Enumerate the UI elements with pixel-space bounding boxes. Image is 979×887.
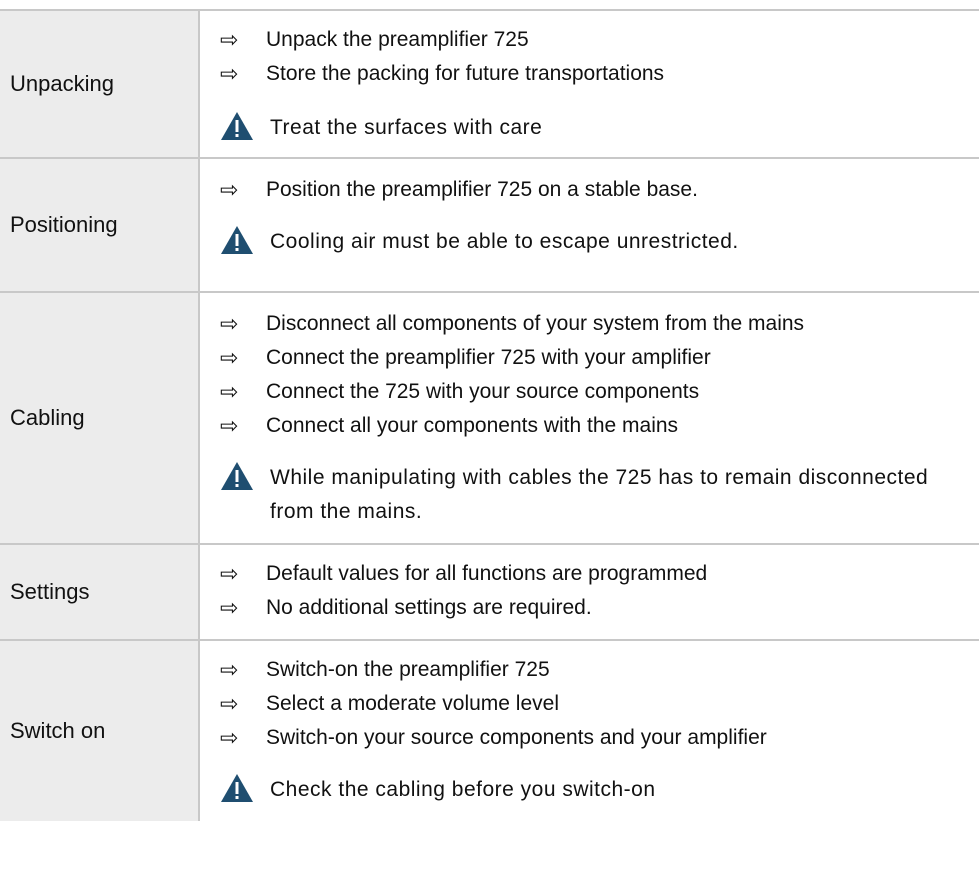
list-item: ⇨ Connect all your components with the ma… (220, 413, 679, 438)
row-content: ⇨ Switch-on the preamplifier 725 ⇨ Select … (200, 641, 979, 821)
warning-triangle-icon (221, 112, 253, 140)
arrow-right-icon: ⇨ (220, 657, 239, 682)
arrow-right-icon: ⇨ (220, 177, 239, 202)
arrow-right-icon: ⇨ (220, 691, 239, 716)
row-positioning: Positioning ⇨ Position the preamplifier 7… (0, 157, 979, 291)
row-label: Cabling (0, 293, 200, 543)
warning-note: Cooling air must be able to escape unres… (220, 225, 979, 259)
row-switch-on: Switch on ⇨ Switch-on the preamplifier 72… (0, 639, 979, 821)
arrow-right-icon: ⇨ (220, 345, 239, 370)
warning-triangle-icon (221, 462, 253, 490)
arrow-right-icon: ⇨ (220, 379, 239, 404)
arrow-right-icon: ⇨ (220, 311, 239, 336)
setup-table: Unpacking ⇨ Unpack the preamplifier 725 ⇨… (0, 9, 979, 821)
warning-triangle-icon (221, 774, 253, 802)
list-item: ⇨ Select a moderate volume level (220, 691, 559, 716)
row-content: ⇨ Default values for all functions are pr… (200, 545, 979, 639)
list-item: ⇨ Switch-on your source components and yo… (220, 725, 767, 750)
row-content: ⇨ Disconnect all components of your syste… (200, 293, 979, 543)
row-content: ⇨ Position the preamplifier 725 on a stab… (200, 159, 979, 291)
warning-text: Cooling air must be able to escape unres… (270, 230, 739, 253)
row-settings: Settings ⇨ Default values for all functio… (0, 543, 979, 639)
warning-text: Treat the surfaces with care (270, 116, 543, 139)
list-item: ⇨ No additional settings are required. (220, 595, 592, 620)
arrow-right-icon: ⇨ (220, 725, 239, 750)
row-cabling: Cabling ⇨ Disconnect all components of yo… (0, 291, 979, 543)
list-item: ⇨ Disconnect all components of your syste… (220, 311, 805, 336)
arrow-right-icon: ⇨ (220, 561, 239, 586)
warning-triangle-icon (221, 226, 253, 254)
list-item: ⇨ Unpack the preamplifier 725 (220, 27, 529, 52)
row-label: Switch on (0, 641, 200, 821)
warning-text: While manipulating with cables the 725 h… (270, 466, 929, 523)
list-item: ⇨ Default values for all functions are pr… (220, 561, 708, 586)
row-label: Unpacking (0, 11, 200, 157)
list-item: ⇨ Position the preamplifier 725 on a stab… (220, 177, 698, 202)
list-item: ⇨ Connect the 725 with your source compon… (220, 379, 700, 404)
row-label: Positioning (0, 159, 200, 291)
row-content: ⇨ Unpack the preamplifier 725 ⇨ Store the … (200, 11, 979, 157)
row-unpacking: Unpacking ⇨ Unpack the preamplifier 725 ⇨… (0, 9, 979, 157)
arrow-right-icon: ⇨ (220, 413, 239, 438)
list-item: ⇨ Store the packing for future transporta… (220, 61, 665, 86)
row-label: Settings (0, 545, 200, 639)
arrow-right-icon: ⇨ (220, 61, 239, 86)
arrow-right-icon: ⇨ (220, 595, 239, 620)
warning-note: While manipulating with cables the 725 h… (220, 461, 979, 529)
arrow-right-icon: ⇨ (220, 27, 239, 52)
warning-note: Treat the surfaces with care (220, 111, 979, 145)
warning-text: Check the cabling before you switch-on (270, 778, 656, 801)
warning-note: Check the cabling before you switch-on (220, 773, 979, 807)
list-item: ⇨ Connect the preamplifier 725 with your … (220, 345, 711, 370)
list-item: ⇨ Switch-on the preamplifier 725 (220, 657, 550, 682)
